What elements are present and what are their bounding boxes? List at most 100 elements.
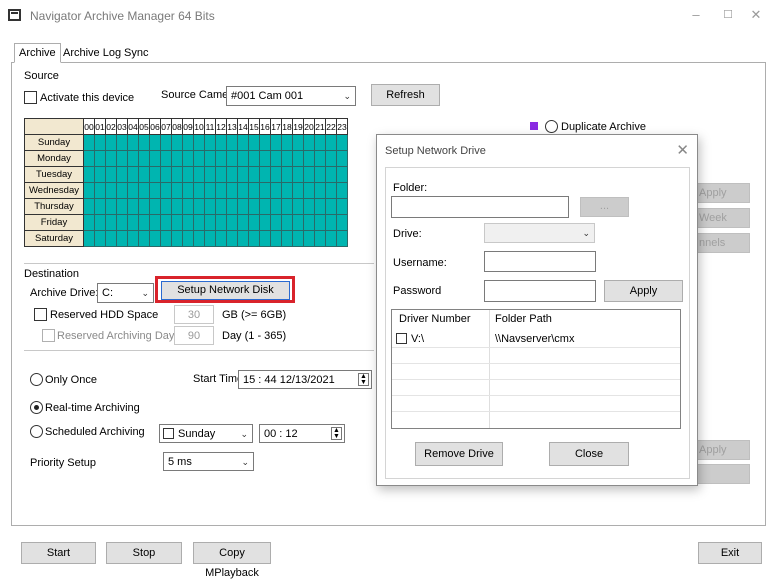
dialog-apply-button[interactable]: Apply (604, 280, 683, 302)
column-header-folder-path[interactable]: Folder Path (495, 313, 552, 325)
duplicate-archive-radio[interactable] (545, 120, 558, 133)
hour-header[interactable]: 22 (325, 118, 337, 135)
schedule-cell[interactable] (336, 166, 348, 183)
schedule-cell[interactable] (292, 230, 304, 247)
channels-button-bg[interactable]: nnels (690, 233, 750, 253)
schedule-cell[interactable] (83, 182, 95, 199)
schedule-cell[interactable] (314, 198, 326, 215)
schedule-cell[interactable] (182, 166, 194, 183)
schedule-cell[interactable] (138, 150, 150, 167)
schedule-cell[interactable] (303, 166, 315, 183)
schedule-cell[interactable] (171, 134, 183, 151)
schedule-cell[interactable] (116, 230, 128, 247)
schedule-cell[interactable] (336, 134, 348, 151)
password-input[interactable] (484, 280, 596, 302)
schedule-cell[interactable] (259, 214, 271, 231)
hour-header[interactable]: 07 (160, 118, 172, 135)
schedule-cell[interactable] (270, 150, 282, 167)
schedule-cell[interactable] (226, 166, 238, 183)
schedule-cell[interactable] (83, 166, 95, 183)
schedule-cell[interactable] (259, 230, 271, 247)
schedule-cell[interactable] (94, 150, 106, 167)
schedule-cell[interactable] (281, 214, 293, 231)
schedule-cell[interactable] (336, 230, 348, 247)
schedule-cell[interactable] (292, 214, 304, 231)
schedule-cell[interactable] (336, 182, 348, 199)
schedule-cell[interactable] (94, 198, 106, 215)
schedule-cell[interactable] (270, 230, 282, 247)
spin-icon[interactable]: ▲ ▼ (358, 373, 369, 386)
reserved-hdd-input[interactable]: 30 (174, 305, 214, 324)
hour-header[interactable]: 15 (248, 118, 260, 135)
start-time-picker[interactable]: 15 : 44 12/13/2021 ▲ ▼ (238, 370, 372, 389)
schedule-cell[interactable] (127, 214, 139, 231)
schedule-cell[interactable] (138, 230, 150, 247)
row-checkbox[interactable] (396, 333, 407, 344)
exit-button[interactable]: Exit (698, 542, 762, 564)
schedule-cell[interactable] (116, 198, 128, 215)
schedule-cell[interactable] (83, 214, 95, 231)
schedule-cell[interactable] (248, 134, 260, 151)
schedule-cell[interactable] (160, 166, 172, 183)
only-once-radio[interactable] (30, 373, 43, 386)
day-label[interactable]: Sunday (24, 134, 84, 151)
hour-header[interactable]: 18 (281, 118, 293, 135)
schedule-cell[interactable] (138, 182, 150, 199)
hour-header[interactable]: 23 (336, 118, 348, 135)
schedule-cell[interactable] (314, 214, 326, 231)
schedule-cell[interactable] (83, 150, 95, 167)
schedule-cell[interactable] (226, 182, 238, 199)
schedule-cell[interactable] (325, 230, 337, 247)
schedule-cell[interactable] (270, 198, 282, 215)
schedule-cell[interactable] (259, 198, 271, 215)
priority-select[interactable]: 5 ms ⌄ (163, 452, 254, 471)
table-row[interactable]: V:\ \\Navserver\cmx (392, 331, 680, 347)
schedule-cell[interactable] (149, 182, 161, 199)
day-label[interactable]: Friday (24, 214, 84, 231)
schedule-cell[interactable] (215, 134, 227, 151)
day-label[interactable]: Wednesday (24, 182, 84, 199)
schedule-cell[interactable] (303, 134, 315, 151)
schedule-cell[interactable] (226, 230, 238, 247)
schedule-cell[interactable] (182, 198, 194, 215)
schedule-cell[interactable] (314, 230, 326, 247)
dialog-close-button[interactable]: Close (549, 442, 629, 466)
schedule-cell[interactable] (303, 214, 315, 231)
schedule-cell[interactable] (160, 150, 172, 167)
hour-header[interactable]: 01 (94, 118, 106, 135)
minimize-button[interactable]: – (684, 5, 708, 25)
schedule-cell[interactable] (248, 214, 260, 231)
schedule-cell[interactable] (270, 214, 282, 231)
day-label[interactable]: Thursday (24, 198, 84, 215)
schedule-cell[interactable] (160, 198, 172, 215)
archive-drive-select[interactable]: C: ⌄ (97, 283, 154, 303)
day-label[interactable]: Saturday (24, 230, 84, 247)
schedule-cell[interactable] (259, 166, 271, 183)
schedule-cell[interactable] (94, 182, 106, 199)
hour-header[interactable]: 03 (116, 118, 128, 135)
schedule-cell[interactable] (281, 182, 293, 199)
schedule-cell[interactable] (314, 166, 326, 183)
schedule-cell[interactable] (127, 134, 139, 151)
hour-header[interactable]: 16 (259, 118, 271, 135)
drive-select[interactable]: ⌄ (484, 223, 595, 243)
schedule-cell[interactable] (259, 134, 271, 151)
schedule-cell[interactable] (204, 166, 216, 183)
schedule-cell[interactable] (226, 198, 238, 215)
hour-header[interactable]: 04 (127, 118, 139, 135)
schedule-cell[interactable] (292, 198, 304, 215)
schedule-cell[interactable] (83, 230, 95, 247)
source-camera-select[interactable]: #001 Cam 001 ⌄ (226, 86, 356, 106)
schedule-cell[interactable] (105, 150, 117, 167)
stop-button[interactable]: Stop (106, 542, 182, 564)
realtime-archiving-radio[interactable] (30, 401, 43, 414)
schedule-cell[interactable] (182, 230, 194, 247)
scheduled-day-checkbox[interactable] (163, 428, 174, 439)
schedule-cell[interactable] (215, 182, 227, 199)
reserved-hdd-checkbox[interactable] (34, 308, 47, 321)
copy-mplayback-button[interactable]: Copy MPlayback (193, 542, 271, 579)
schedule-cell[interactable] (105, 134, 117, 151)
schedule-cell[interactable] (281, 230, 293, 247)
schedule-cell[interactable] (149, 214, 161, 231)
schedule-cell[interactable] (138, 134, 150, 151)
